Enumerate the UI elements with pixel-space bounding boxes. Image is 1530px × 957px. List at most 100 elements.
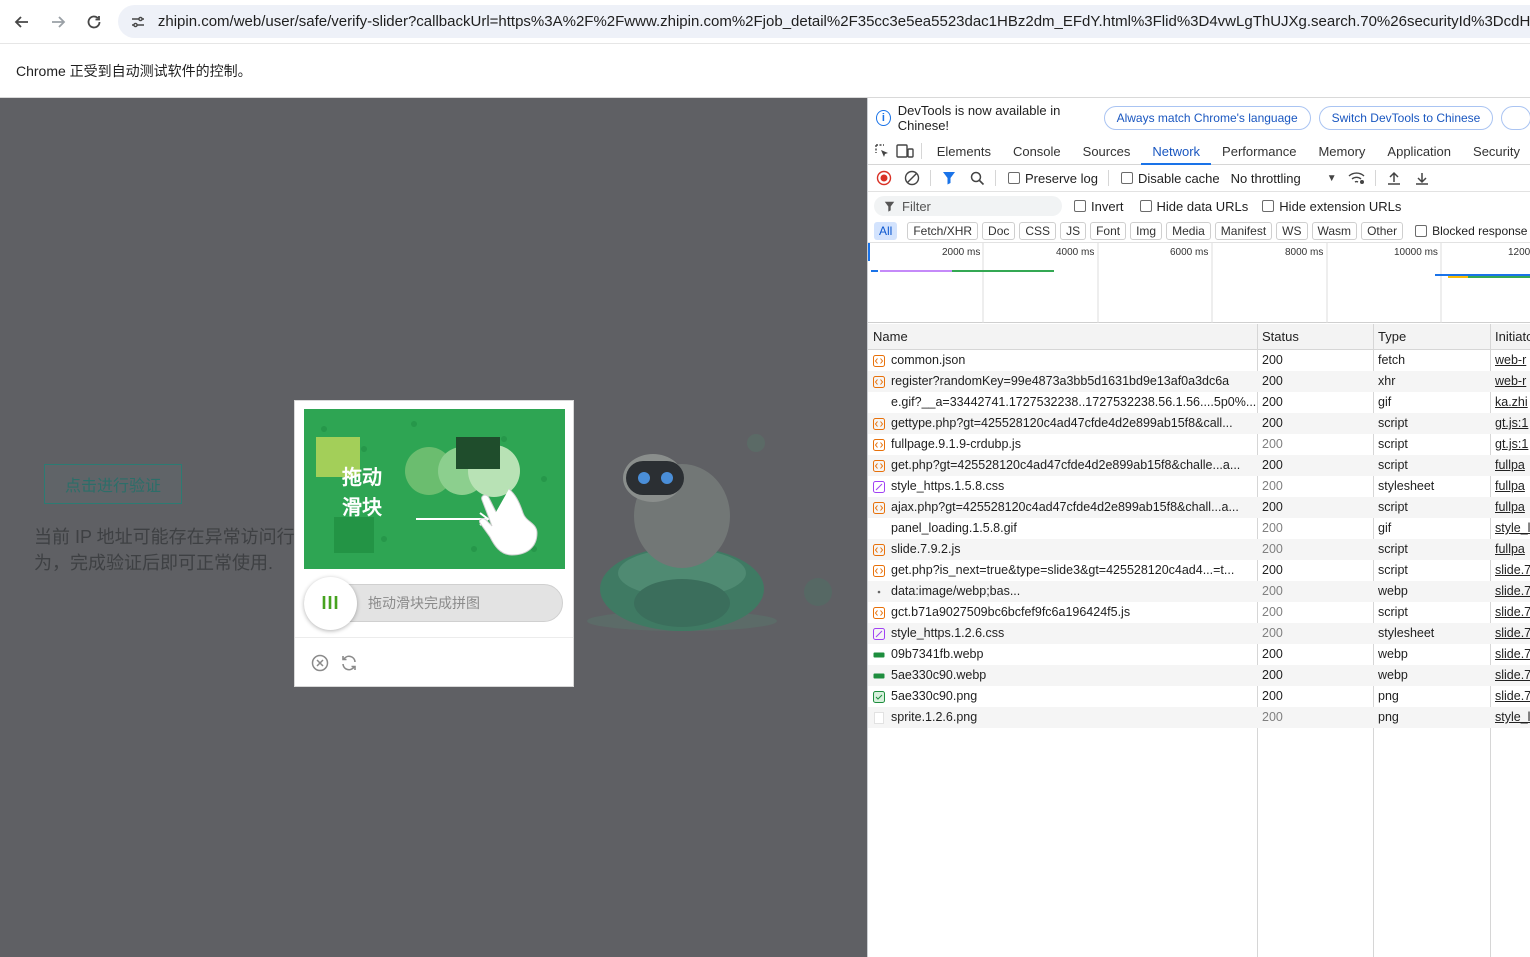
- request-row[interactable]: style_https.1.5.8.css 200 stylesheet fullpa: [868, 476, 1530, 497]
- tab-memory[interactable]: Memory: [1307, 138, 1376, 165]
- request-name-cell[interactable]: gettype.php?gt=425528120c4ad47cfde4d2e89…: [868, 413, 1257, 434]
- tab-elements[interactable]: Elements: [926, 138, 1002, 165]
- back-button[interactable]: [4, 4, 40, 40]
- inspect-element-button[interactable]: [871, 138, 894, 165]
- type-filter-img[interactable]: Img: [1130, 221, 1163, 240]
- clear-button[interactable]: [898, 165, 926, 192]
- match-language-button[interactable]: Always match Chrome's language: [1103, 106, 1311, 130]
- network-conditions-button[interactable]: [1343, 165, 1371, 192]
- request-row[interactable]: ajax.php?gt=425528120c4ad47cfde4d2e899ab…: [868, 497, 1530, 518]
- close-captcha-button[interactable]: [310, 653, 330, 673]
- request-row[interactable]: common.json 200 fetch web-r: [868, 350, 1530, 371]
- tab-application[interactable]: Application: [1376, 138, 1462, 165]
- request-name-cell[interactable]: data:image/webp;bas...: [868, 581, 1257, 602]
- request-name-cell[interactable]: get.php?gt=425528120c4ad47cfde4d2e899ab1…: [868, 455, 1257, 476]
- disable-cache-checkbox[interactable]: Disable cache: [1120, 171, 1220, 186]
- request-row[interactable]: 5ae330c90.png 200 png slide.7: [868, 686, 1530, 707]
- refresh-captcha-button[interactable]: [339, 653, 359, 673]
- request-row[interactable]: gct.b71a9027509bc6bcfef9fc6a196424f5.js 2…: [868, 602, 1530, 623]
- invert-checkbox[interactable]: Invert: [1074, 199, 1124, 214]
- request-initiator-link[interactable]: fullpa: [1490, 539, 1530, 560]
- export-har-button[interactable]: [1408, 165, 1436, 192]
- request-initiator-link[interactable]: slide.7: [1490, 623, 1530, 644]
- request-name-cell[interactable]: ajax.php?gt=425528120c4ad47cfde4d2e899ab…: [868, 497, 1257, 518]
- network-timeline-overview[interactable]: 2000 ms 4000 ms 6000 ms 8000 ms 10000 ms…: [868, 243, 1530, 323]
- request-initiator-link[interactable]: slide.7: [1490, 665, 1530, 686]
- request-name-cell[interactable]: style_https.1.5.8.css: [868, 476, 1257, 497]
- import-har-button[interactable]: [1380, 165, 1408, 192]
- tab-console[interactable]: Console: [1002, 138, 1072, 165]
- request-name-cell[interactable]: fullpage.9.1.9-crdubp.js: [868, 434, 1257, 455]
- column-name[interactable]: Name: [868, 324, 1257, 349]
- request-initiator-link[interactable]: fullpa: [1490, 476, 1530, 497]
- filter-input[interactable]: Filter: [874, 196, 1062, 216]
- request-name-cell[interactable]: panel_loading.1.5.8.gif: [868, 518, 1257, 539]
- request-row[interactable]: gettype.php?gt=425528120c4ad47cfde4d2e89…: [868, 413, 1530, 434]
- request-initiator-link[interactable]: ka.zhi: [1490, 392, 1530, 413]
- column-status[interactable]: Status: [1257, 324, 1373, 349]
- column-type[interactable]: Type: [1373, 324, 1490, 349]
- request-name-cell[interactable]: style_https.1.2.6.css: [868, 623, 1257, 644]
- request-initiator-link[interactable]: slide.7: [1490, 581, 1530, 602]
- type-filter-wasm[interactable]: Wasm: [1311, 221, 1358, 240]
- hide-extension-urls-checkbox[interactable]: Hide extension URLs: [1262, 199, 1401, 214]
- request-initiator-link[interactable]: fullpa: [1490, 497, 1530, 518]
- request-row[interactable]: 09b7341fb.webp 200 webp slide.7: [868, 644, 1530, 665]
- request-row[interactable]: panel_loading.1.5.8.gif 200 gif style_l: [868, 518, 1530, 539]
- request-initiator-link[interactable]: slide.7: [1490, 686, 1530, 707]
- request-name-cell[interactable]: 5ae330c90.webp: [868, 665, 1257, 686]
- request-initiator-link[interactable]: gt.js:1: [1490, 434, 1530, 455]
- request-initiator-link[interactable]: slide.7: [1490, 560, 1530, 581]
- request-name-cell[interactable]: slide.7.9.2.js: [868, 539, 1257, 560]
- type-filter-all[interactable]: All: [874, 221, 898, 240]
- address-bar[interactable]: zhipin.com/web/user/safe/verify-slider?c…: [118, 5, 1530, 38]
- tab-sources[interactable]: Sources: [1072, 138, 1142, 165]
- request-initiator-link[interactable]: slide.7: [1490, 644, 1530, 665]
- tab-performance[interactable]: Performance: [1211, 138, 1307, 165]
- column-initiator[interactable]: Initiator: [1490, 324, 1530, 349]
- request-name-cell[interactable]: e.gif?__a=33442741.1727532238..172753223…: [868, 392, 1257, 413]
- request-row[interactable]: data:image/webp;bas... 200 webp slide.7: [868, 581, 1530, 602]
- request-initiator-link[interactable]: web-r: [1490, 350, 1530, 371]
- type-filter-css[interactable]: CSS: [1019, 221, 1057, 240]
- type-filter-media[interactable]: Media: [1166, 221, 1211, 240]
- request-name-cell[interactable]: 5ae330c90.png: [868, 686, 1257, 707]
- request-name-cell[interactable]: gct.b71a9027509bc6bcfef9fc6a196424f5.js: [868, 602, 1257, 623]
- type-filter-fetch-xhr[interactable]: Fetch/XHR: [907, 221, 979, 240]
- device-toolbar-button[interactable]: [894, 138, 917, 165]
- search-button[interactable]: [963, 165, 991, 192]
- type-filter-js[interactable]: JS: [1060, 221, 1087, 240]
- chevron-down-icon[interactable]: ▼: [1327, 173, 1337, 184]
- request-initiator-link[interactable]: fullpa: [1490, 455, 1530, 476]
- throttling-select[interactable]: No throttling: [1231, 171, 1301, 186]
- request-row[interactable]: style_https.1.2.6.css 200 stylesheet slide.…: [868, 623, 1530, 644]
- type-filter-doc[interactable]: Doc: [982, 221, 1016, 240]
- type-filter-font[interactable]: Font: [1090, 221, 1127, 240]
- type-filter-other[interactable]: Other: [1361, 221, 1404, 240]
- blocked-response-cookies-checkbox[interactable]: Blocked response cookies: [1415, 224, 1530, 238]
- site-info-button[interactable]: [126, 10, 150, 34]
- request-row[interactable]: get.php?is_next=true&type=slide3&gt=4255…: [868, 560, 1530, 581]
- request-initiator-link[interactable]: style_l: [1490, 518, 1530, 539]
- tab-network[interactable]: Network: [1141, 138, 1212, 165]
- reload-button[interactable]: [76, 4, 112, 40]
- preserve-log-checkbox[interactable]: Preserve log: [1008, 171, 1098, 186]
- slider-knob[interactable]: III: [304, 577, 357, 630]
- url-text[interactable]: zhipin.com/web/user/safe/verify-slider?c…: [158, 13, 1530, 30]
- type-filter-manifest[interactable]: Manifest: [1214, 221, 1273, 240]
- request-name-cell[interactable]: register?randomKey=99e4873a3bb5d1631bd9e…: [868, 371, 1257, 392]
- forward-button[interactable]: [40, 4, 76, 40]
- request-row[interactable]: sprite.1.2.6.png 200 png style_l: [868, 707, 1530, 728]
- request-initiator-link[interactable]: gt.js:1: [1490, 413, 1530, 434]
- request-row[interactable]: get.php?gt=425528120c4ad47cfde4d2e899ab1…: [868, 455, 1530, 476]
- request-initiator-link[interactable]: style_l: [1490, 707, 1530, 728]
- request-name-cell[interactable]: get.php?is_next=true&type=slide3&gt=4255…: [868, 560, 1257, 581]
- type-filter-ws[interactable]: WS: [1276, 221, 1308, 240]
- switch-chinese-button[interactable]: Switch DevTools to Chinese: [1318, 106, 1494, 130]
- verify-button[interactable]: 点击进行验证: [44, 464, 182, 504]
- request-row[interactable]: register?randomKey=99e4873a3bb5d1631bd9e…: [868, 371, 1530, 392]
- tab-security[interactable]: Security: [1462, 138, 1530, 165]
- request-initiator-link[interactable]: web-r: [1490, 371, 1530, 392]
- more-notice-button[interactable]: [1501, 106, 1530, 130]
- request-name-cell[interactable]: 09b7341fb.webp: [868, 644, 1257, 665]
